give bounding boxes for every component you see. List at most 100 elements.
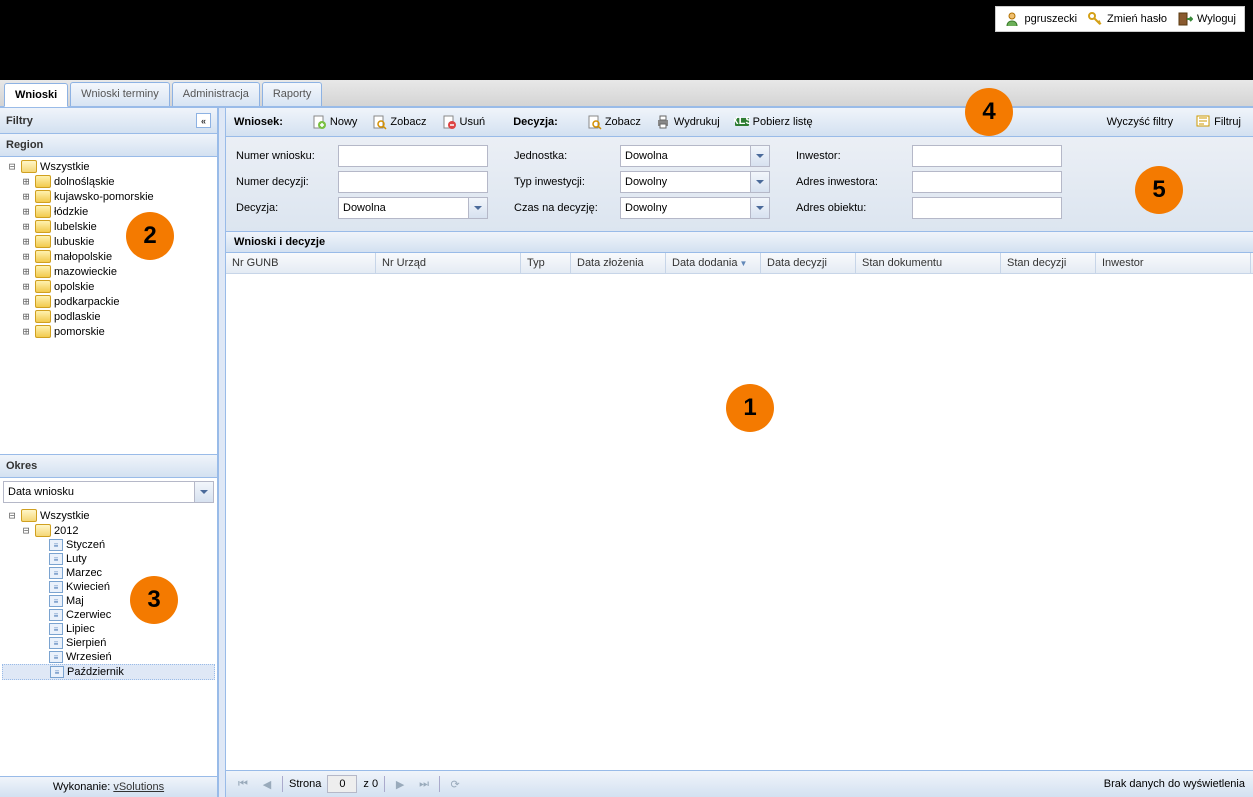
logout-link[interactable]: Wyloguj [1177,11,1236,27]
okres-type-select[interactable]: Data wniosku [3,481,214,503]
tab-raporty[interactable]: Raporty [262,82,323,106]
collapse-sidebar-button[interactable]: « [196,113,211,128]
okres-month[interactable]: ≡Marzec [2,566,215,580]
region-item[interactable]: ⊞dolnośląskie [2,174,215,189]
okres-month[interactable]: ≡Wrzesień [2,650,215,664]
region-item[interactable]: ⊞lubuskie [2,234,215,249]
okres-month[interactable]: ≡Kwiecień [2,580,215,594]
numer-wniosku-input[interactable] [338,145,488,167]
main-area: Filtry « Region ⊟Wszystkie⊞dolnośląskie⊞… [0,107,1253,797]
region-item[interactable]: ⊞opolskie [2,279,215,294]
typ-inwestycji-select[interactable]: Dowolny [620,171,770,193]
region-title: Region [6,139,43,151]
delete-button[interactable]: Usuń [437,112,490,132]
change-password-link[interactable]: Zmień hasło [1087,11,1167,27]
delete-icon [441,114,457,130]
okres-month[interactable]: ≡Styczeń [2,538,215,552]
page-of: z 0 [363,778,378,790]
grid-col-header[interactable]: Stan decyzji [1001,253,1096,273]
callout-3: 3 [130,576,178,624]
credits-link[interactable]: vSolutions [113,781,164,793]
splitter[interactable] [218,108,226,797]
next-page-button[interactable]: ▶ [391,775,409,793]
grid-col-header[interactable]: Inwestor [1096,253,1251,273]
okres-title: Okres [6,460,37,472]
change-password-label: Zmień hasło [1107,13,1167,25]
credits-label: Wykonanie: [53,781,110,793]
region-root[interactable]: ⊟Wszystkie [2,159,215,174]
last-page-button[interactable]: ⏭ [415,775,433,793]
adres-inwestora-input[interactable] [912,171,1062,193]
okres-month[interactable]: ≡Sierpień [2,636,215,650]
grid-col-header[interactable]: Typ [521,253,571,273]
print-icon [655,114,671,130]
wniosek-label: Wniosek: [234,116,283,128]
filter-form: Numer wniosku: Jednostka: Dowolna Inwest… [226,137,1253,232]
adres-obiektu-input[interactable] [912,197,1062,219]
callout-5: 5 [1135,166,1183,214]
grid-col-header[interactable]: Data decyzji [761,253,856,273]
decyzja-select[interactable]: Dowolna [338,197,488,219]
region-item[interactable]: ⊞podkarpackie [2,294,215,309]
tab-wnioski[interactable]: Wnioski [4,83,68,107]
view-decision-button[interactable]: Zobacz [582,112,645,132]
clear-filters-button[interactable]: Wyczyść filtry [1103,114,1178,130]
download-list-button[interactable]: XLSPobierz listę [730,112,817,132]
grid-col-header[interactable]: Nr GUNB [226,253,376,273]
grid-body[interactable]: 1 [226,274,1253,770]
new-button[interactable]: Nowy [307,112,362,132]
region-item[interactable]: ⊞łódzkie [2,204,215,219]
xls-icon: XLS [734,114,750,130]
view-button[interactable]: Zobacz [367,112,430,132]
okres-select-value: Data wniosku [8,486,74,498]
okres-year[interactable]: ⊟2012 [2,523,215,538]
region-item[interactable]: ⊞pomorskie [2,324,215,339]
okres-month[interactable]: ≡Czerwiec [2,608,215,622]
tab-wnioski-terminy[interactable]: Wnioski terminy [70,82,170,106]
okres-month[interactable]: ≡Maj [2,594,215,608]
view-icon [371,114,387,130]
inwestor-label: Inwestor: [796,150,906,162]
inwestor-input[interactable] [912,145,1062,167]
tabstrip: WnioskiWnioski terminyAdministracjaRapor… [0,80,1253,107]
filters-header: Filtry « [0,108,217,134]
callout-2: 2 [126,212,174,260]
key-icon [1087,11,1103,27]
grid-col-header[interactable]: Data złożenia [571,253,666,273]
app-header: pgruszecki Zmień hasło Wyloguj [0,0,1253,80]
okres-header: Okres [0,455,217,478]
region-tree[interactable]: ⊟Wszystkie⊞dolnośląskie⊞kujawsko-pomorsk… [0,157,217,454]
okres-select-wrap: Data wniosku [0,478,217,506]
user-name: pgruszecki [1024,13,1077,25]
jednostka-select[interactable]: Dowolna [620,145,770,167]
okres-month[interactable]: ≡Październik [2,664,215,680]
filter-button[interactable]: Filtruj [1191,112,1245,132]
region-item[interactable]: ⊞małopolskie [2,249,215,264]
region-item[interactable]: ⊞podlaskie [2,309,215,324]
okres-root[interactable]: ⊟Wszystkie [2,508,215,523]
grid-col-header[interactable]: Nr Urząd [376,253,521,273]
grid-col-header[interactable]: Stan dokumentu [856,253,1001,273]
region-item[interactable]: ⊞lubelskie [2,219,215,234]
page-label: Strona [289,778,321,790]
print-button[interactable]: Wydrukuj [651,112,724,132]
okres-month[interactable]: ≡Luty [2,552,215,566]
refresh-button[interactable]: ⟳ [446,775,464,793]
user-name-item[interactable]: pgruszecki [1004,11,1077,27]
logout-icon [1177,11,1193,27]
content-toolbar: Wniosek: Nowy Zobacz Usuń Decyzja: Zobac… [226,108,1253,137]
region-item[interactable]: ⊞mazowieckie [2,264,215,279]
grid-col-header[interactable]: Data dodania▼ [666,253,761,273]
okres-month[interactable]: ≡Lipiec [2,622,215,636]
page-input[interactable] [327,775,357,793]
czas-select[interactable]: Dowolny [620,197,770,219]
first-page-button[interactable]: ⏮ [234,775,252,793]
prev-page-button[interactable]: ◀ [258,775,276,793]
numer-decyzji-input[interactable] [338,171,488,193]
filters-title: Filtry [6,115,33,127]
pager: ⏮ ◀ Strona z 0 ▶ ⏭ ⟳ Brak danych do wyśw… [226,770,1253,797]
region-item[interactable]: ⊞kujawsko-pomorskie [2,189,215,204]
okres-tree[interactable]: 3 ⊟Wszystkie⊟2012≡Styczeń≡Luty≡Marzec≡Kw… [0,506,217,776]
tab-administracja[interactable]: Administracja [172,82,260,106]
filter-icon [1195,114,1211,130]
